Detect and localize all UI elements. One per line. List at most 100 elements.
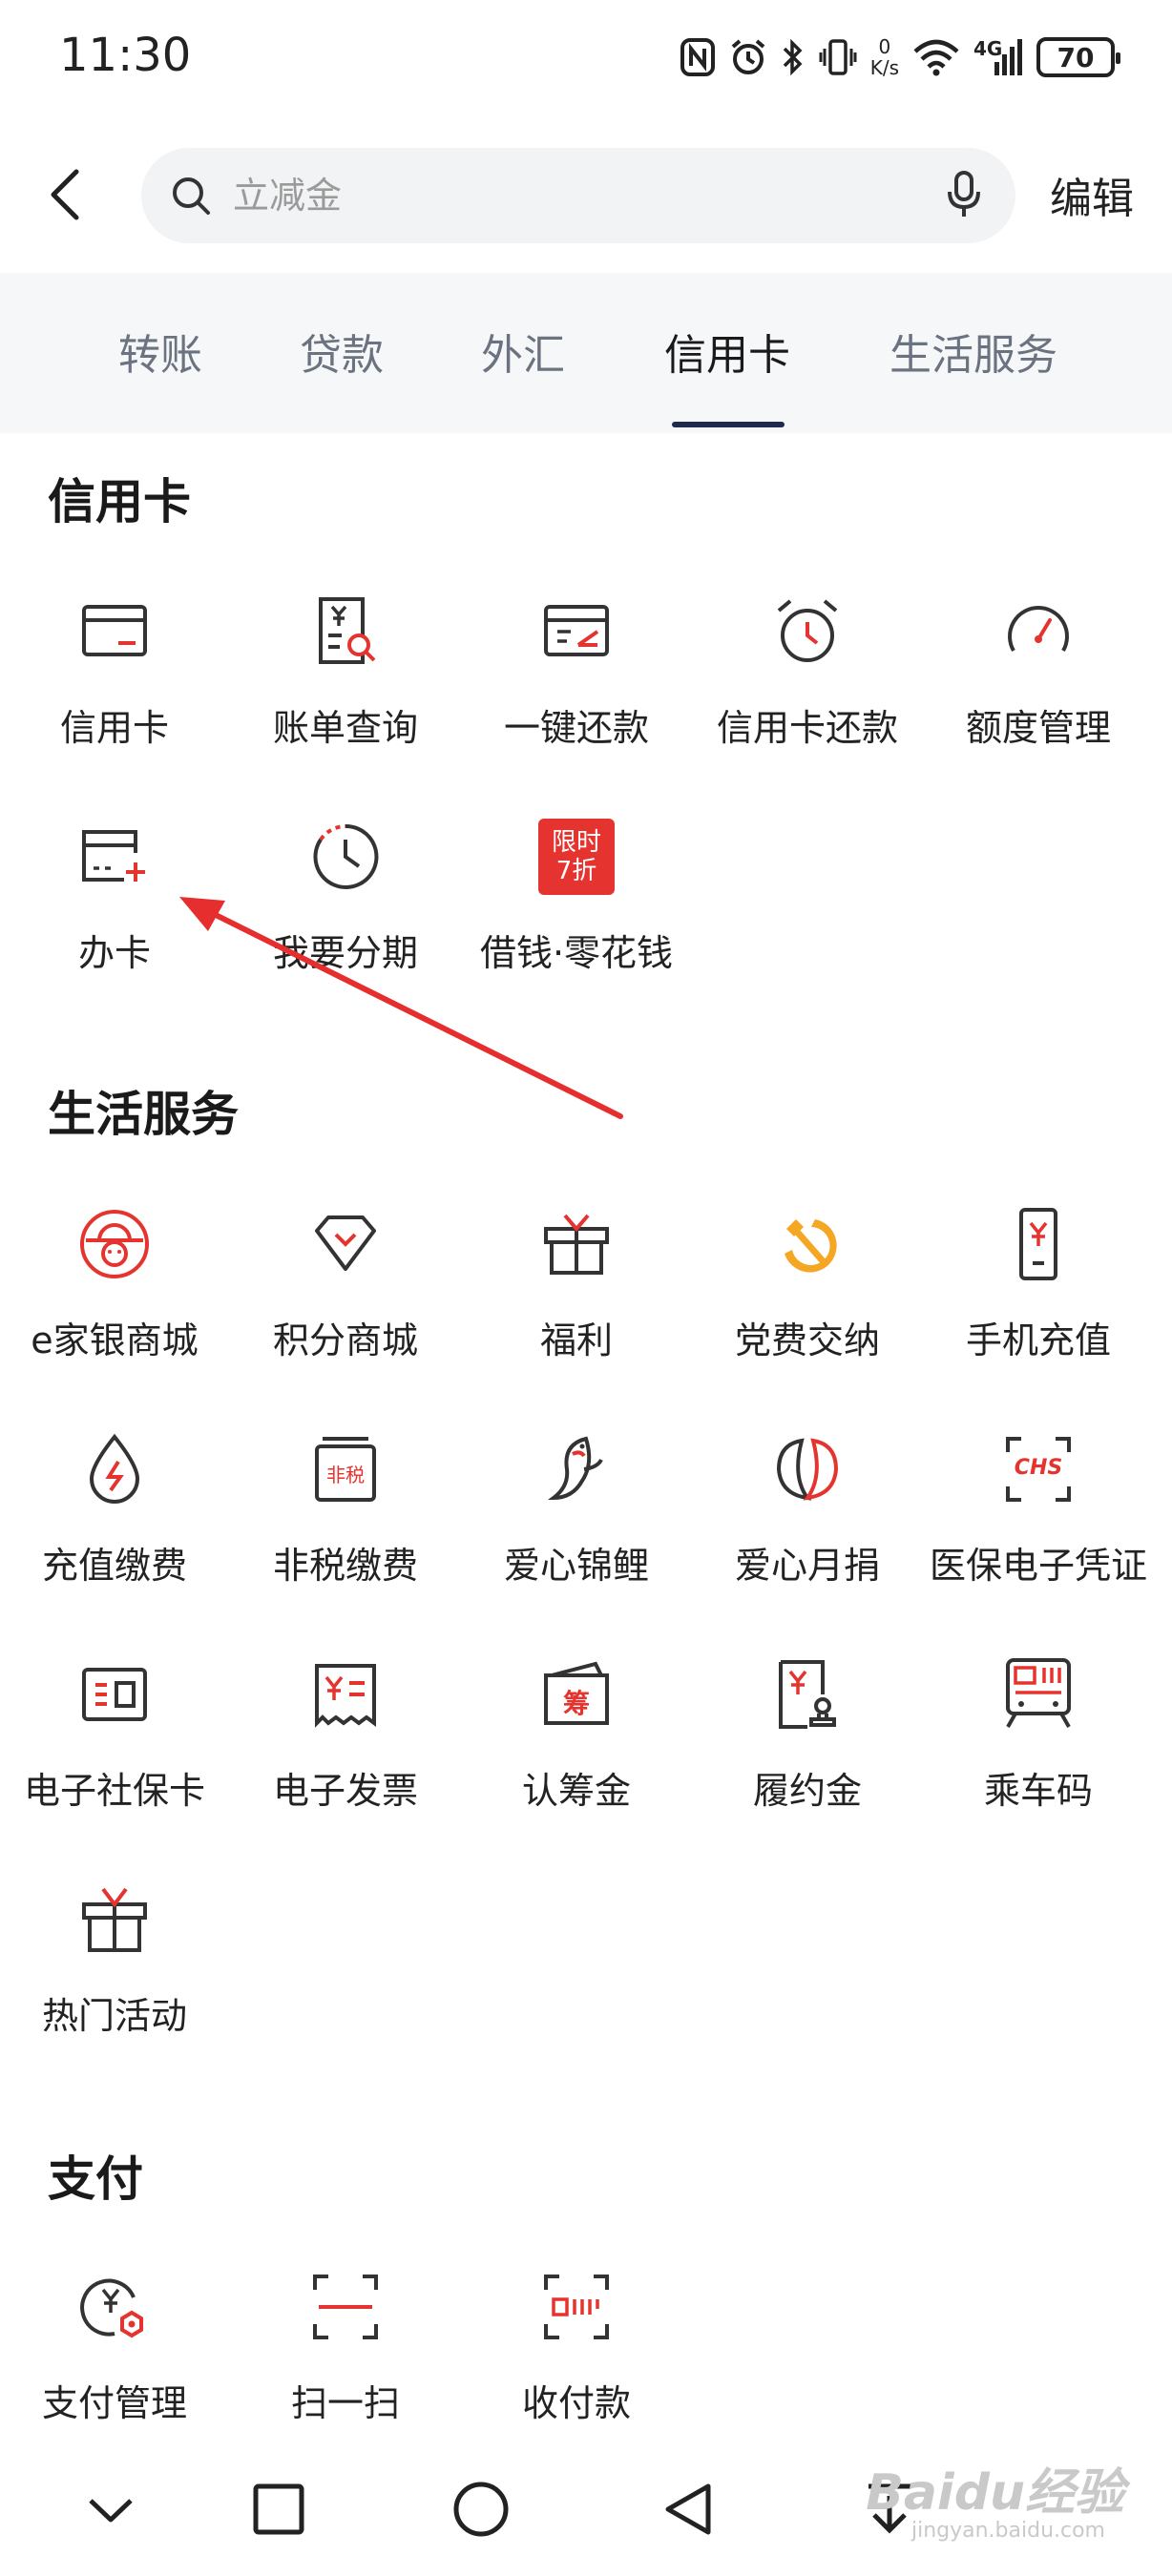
grid-item-label: 积分商城 <box>272 1319 418 1361</box>
status-time: 11:30 <box>59 29 192 82</box>
grid-item-label: 办卡 <box>77 932 151 974</box>
watermark-domain: jingyan.baidu.com <box>910 2519 1105 2543</box>
deposit-icon <box>769 1656 846 1733</box>
grid-item-label: 支付管理 <box>41 2382 187 2424</box>
grid-item-label: 福利 <box>539 1319 613 1361</box>
grid-item-label: 电子社保卡 <box>23 1770 205 1812</box>
grid-item-party-fee[interactable]: 党费交纳 <box>693 1206 922 1397</box>
hot-activity-icon <box>76 1881 153 1958</box>
tab-life-service[interactable]: 生活服务 <box>889 321 1057 416</box>
hammer-sickle-icon <box>769 1206 846 1282</box>
grid-item-deposit[interactable]: 履约金 <box>693 1656 922 1847</box>
alarm-icon <box>729 37 767 77</box>
search-box[interactable] <box>141 148 1015 243</box>
microphone-icon[interactable] <box>947 171 981 224</box>
promo-badge-line2: 7折 <box>555 857 597 885</box>
grid-item-label: 爱心月捐 <box>734 1545 880 1587</box>
nav-back-button[interactable] <box>649 2471 725 2547</box>
koi-fish-icon <box>538 1431 615 1507</box>
edit-button[interactable]: 编辑 <box>1050 164 1134 225</box>
phone-recharge-icon <box>1000 1206 1077 1282</box>
grid-item-label: 医保电子凭证 <box>929 1545 1147 1587</box>
grid-item-scan[interactable]: 扫一扫 <box>231 2269 460 2460</box>
grid-item-installment[interactable]: 我要分期 <box>231 819 460 1009</box>
grid-item-monthly-donation[interactable]: 爱心月捐 <box>693 1431 922 1622</box>
grid-item-phone-recharge[interactable]: 手机充值 <box>924 1206 1153 1397</box>
grid-item-mall[interactable]: e家银商城 <box>0 1206 229 1397</box>
grid-item-one-click-repay[interactable]: 一键还款 <box>462 593 691 784</box>
nav-collapse-button[interactable] <box>73 2471 149 2547</box>
grid-item-bill-query[interactable]: 账单查询 <box>231 593 460 784</box>
grid-item-apply-card[interactable]: 办卡 <box>0 819 229 1009</box>
triangle-back-icon <box>665 2483 711 2535</box>
status-bar: 11:30 0 K/s 4G 70 <box>0 0 1172 118</box>
grid-item-label: e家银商城 <box>31 1319 199 1361</box>
credit-card-icon <box>76 593 153 670</box>
grid-item-transit-code[interactable]: 乘车码 <box>924 1656 1153 1847</box>
tab-credit-card[interactable]: 信用卡 <box>664 321 790 416</box>
tab-transfer[interactable]: 转账 <box>118 321 202 416</box>
category-tabs: 转账 贷款 外汇 信用卡 生活服务 <box>0 273 1172 433</box>
grid-item-borrow-money[interactable]: 限时 7折 借钱·零花钱 <box>462 819 691 1009</box>
grid-item-welfare[interactable]: 福利 <box>462 1206 691 1397</box>
grid-item-recharge-pay[interactable]: 充值缴费 <box>0 1431 229 1622</box>
one-click-repay-icon <box>538 593 615 670</box>
grid-item-label: 电子发票 <box>272 1770 418 1812</box>
grid-item-e-invoice[interactable]: 电子发票 <box>231 1656 460 1847</box>
nav-home-button[interactable] <box>443 2471 519 2547</box>
nav-recents-button[interactable] <box>241 2471 317 2547</box>
diamond-icon <box>307 1206 384 1282</box>
bill-query-icon <box>307 593 384 670</box>
section-title-pay: 支付 <box>48 2151 143 2207</box>
scan-icon <box>307 2269 384 2345</box>
pay-manage-icon <box>76 2269 153 2345</box>
grid-item-non-tax[interactable]: 非税 非税缴费 <box>231 1431 460 1622</box>
non-tax-icon: 非税 <box>307 1431 384 1507</box>
mall-icon <box>76 1206 153 1282</box>
grid-item-label: 认筹金 <box>521 1770 631 1812</box>
network-speed: 0 K/s <box>870 36 899 78</box>
tab-loan[interactable]: 贷款 <box>300 321 384 416</box>
grid-item-receive-pay[interactable]: 收付款 <box>462 2269 691 2460</box>
back-arrow-icon <box>51 169 79 220</box>
wifi-icon <box>912 38 960 76</box>
fundraise-icon: 筹 <box>538 1656 615 1733</box>
grid-item-points-mall[interactable]: 积分商城 <box>231 1206 460 1397</box>
grid-item-medical-insurance[interactable]: CHS 医保电子凭证 <box>924 1431 1153 1622</box>
bluetooth-icon <box>781 37 806 77</box>
tab-forex[interactable]: 外汇 <box>481 321 565 416</box>
grid-item-social-security-card[interactable]: 电子社保卡 <box>0 1656 229 1847</box>
watermark-logo: Baidu经验 <box>866 2464 1124 2522</box>
invoice-icon <box>307 1656 384 1733</box>
grid-item-label: 热门活动 <box>41 1995 187 2037</box>
donation-icon <box>769 1431 846 1507</box>
grid-item-label: 手机充值 <box>965 1319 1111 1361</box>
drop-bolt-icon <box>76 1431 153 1507</box>
transit-code-icon <box>1000 1656 1077 1733</box>
grid-item-limit-manage[interactable]: 额度管理 <box>924 593 1153 784</box>
search-input[interactable] <box>233 148 901 243</box>
grid-item-fundraise[interactable]: 筹 认筹金 <box>462 1656 691 1847</box>
grid-item-label: 充值缴费 <box>41 1545 187 1587</box>
fundraise-badge-text: 筹 <box>562 1688 590 1719</box>
grid-item-koi[interactable]: 爱心锦鲤 <box>462 1431 691 1622</box>
grid-item-pay-manage[interactable]: 支付管理 <box>0 2269 229 2460</box>
grid-item-label: 扫一扫 <box>290 2382 400 2424</box>
grid-item-credit-repay[interactable]: 信用卡还款 <box>693 593 922 784</box>
grid-item-label: 乘车码 <box>983 1770 1093 1812</box>
status-icons: 0 K/s 4G 70 <box>680 29 1120 86</box>
installment-clock-icon <box>307 819 384 895</box>
grid-item-credit-card[interactable]: 信用卡 <box>0 593 229 784</box>
grid-item-hot-activity[interactable]: 热门活动 <box>0 1881 229 2072</box>
grid-item-label: 信用卡 <box>59 707 169 749</box>
grid-item-label: 非税缴费 <box>272 1545 418 1587</box>
promo-badge-line1: 限时 <box>551 828 601 857</box>
grid-item-label: 爱心锦鲤 <box>503 1545 649 1587</box>
battery-indicator: 70 <box>1036 37 1120 77</box>
back-button[interactable] <box>38 164 92 225</box>
net-speed-value: 0 <box>878 35 891 58</box>
gift-icon <box>538 1206 615 1282</box>
grid-item-label: 我要分期 <box>272 932 418 974</box>
grid-item-label: 借钱·零花钱 <box>479 932 674 974</box>
non-tax-badge-text: 非税 <box>326 1464 365 1486</box>
